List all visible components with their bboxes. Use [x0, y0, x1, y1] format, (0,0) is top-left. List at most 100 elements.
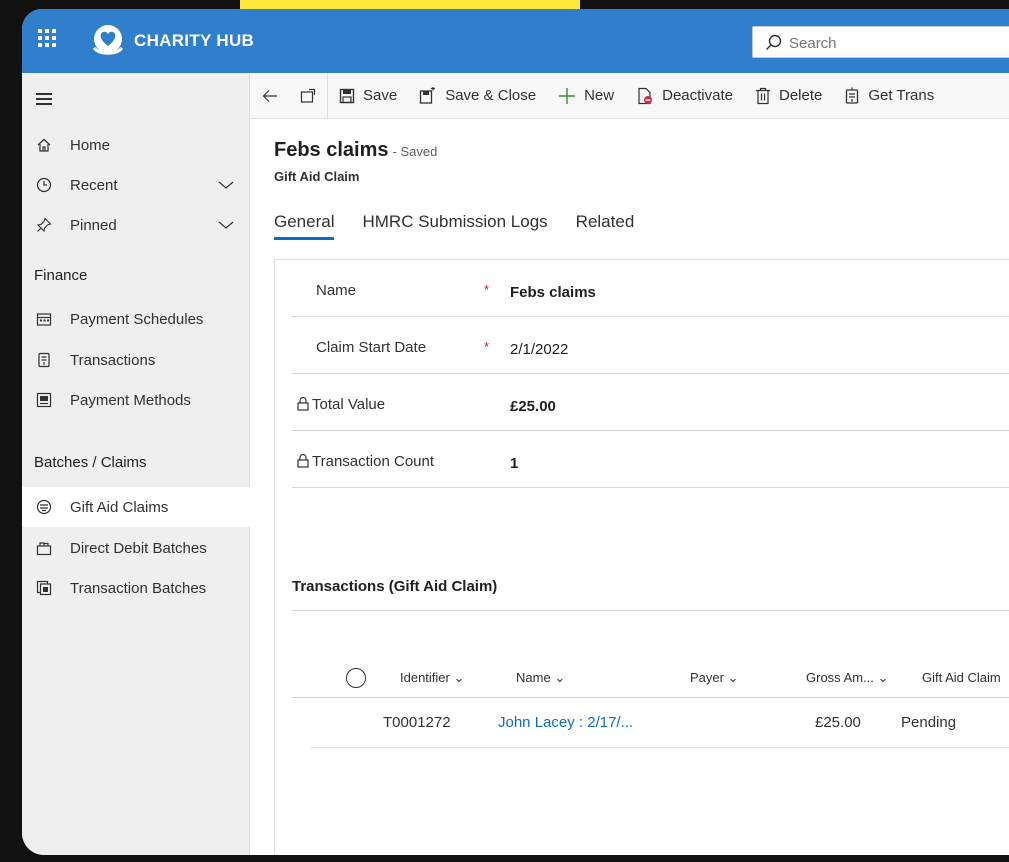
- charity-logo-icon: [92, 25, 124, 55]
- sidebar-item-direct-debit-batches[interactable]: Direct Debit Batches: [22, 528, 250, 568]
- home-icon: [34, 135, 54, 155]
- get-transactions-button[interactable]: Get Trans: [833, 73, 945, 119]
- save-button[interactable]: Save: [328, 73, 408, 119]
- sidebar-item-label: Payment Schedules: [70, 310, 204, 328]
- name-input[interactable]: Febs claims: [510, 284, 596, 301]
- select-all-radio[interactable]: [346, 668, 366, 688]
- column-label: Gift Aid Claim: [922, 670, 1001, 685]
- lock-icon: [297, 453, 309, 468]
- column-header-gross-amount[interactable]: Gross Am... ⌄: [806, 670, 888, 686]
- sidebar-item-payment-schedules[interactable]: Payment Schedules: [22, 299, 250, 339]
- field-claim-start-date: Claim Start Date * 2/1/2022: [292, 317, 1009, 374]
- transaction-count-label: Transaction Count: [312, 453, 435, 470]
- search-icon: [766, 34, 782, 50]
- save-close-icon: [420, 86, 436, 104]
- column-label: Name: [516, 670, 551, 685]
- sidebar-item-label: Direct Debit Batches: [70, 539, 207, 557]
- search-input[interactable]: [789, 32, 989, 54]
- cell-gift-aid-status: Pending: [901, 714, 957, 731]
- sidebar-item-payment-methods[interactable]: Payment Methods: [22, 380, 250, 420]
- claim-start-date-input[interactable]: 2/1/2022: [510, 341, 568, 358]
- back-button[interactable]: [251, 73, 289, 119]
- sidebar-item-label: Payment Methods: [70, 391, 191, 409]
- back-arrow-icon: [262, 89, 277, 102]
- sidebar-item-label: Recent: [70, 176, 118, 194]
- required-marker: *: [484, 339, 490, 354]
- calendar-icon: [34, 309, 54, 329]
- column-header-gift-aid-claim[interactable]: Gift Aid Claim: [922, 670, 1001, 685]
- deactivate-button[interactable]: Deactivate: [625, 73, 744, 119]
- delete-button[interactable]: Delete: [744, 73, 833, 119]
- section-heading-finance: Finance: [34, 267, 88, 284]
- column-label: Payer: [690, 670, 724, 685]
- tab-general[interactable]: General: [274, 212, 335, 240]
- app-window: CHARITY HUB Home Recent: [22, 9, 1009, 855]
- command-bar: Save Save & Close New Deactivate Delete …: [251, 72, 1009, 119]
- subgrid-title: Transactions (Gift Aid Claim): [292, 578, 498, 595]
- table-row[interactable]: T0001272 John Lacey : 2/17/... £25.00 Pe…: [311, 700, 1009, 748]
- deactivate-label: Deactivate: [662, 87, 733, 104]
- save-status: - Saved: [392, 144, 438, 159]
- sidebar-item-transactions[interactable]: Transactions: [22, 340, 250, 380]
- app-title[interactable]: CHARITY HUB: [134, 31, 254, 51]
- field-label: Claim Start Date: [316, 339, 427, 356]
- field-total-value: Total Value £25.00: [292, 374, 1009, 431]
- get-transactions-icon: [846, 87, 859, 104]
- sidebar-item-label: Transactions: [70, 351, 156, 369]
- column-header-payer[interactable]: Payer ⌄: [690, 670, 739, 686]
- save-close-label: Save & Close: [445, 87, 537, 104]
- sidebar-item-home[interactable]: Home: [22, 125, 250, 165]
- app-launcher-icon[interactable]: [36, 27, 58, 49]
- column-label: Gross Am...: [806, 670, 874, 685]
- chevron-down-icon[interactable]: [218, 220, 234, 230]
- column-header-name[interactable]: Name ⌄: [516, 670, 565, 686]
- sidebar-item-gift-aid-claims[interactable]: Gift Aid Claims: [22, 487, 250, 527]
- column-header-identifier[interactable]: Identifier ⌄: [400, 670, 464, 686]
- sidebar-item-pinned[interactable]: Pinned: [22, 205, 250, 245]
- search-box[interactable]: [752, 26, 1009, 58]
- record-name: Febs claims: [274, 139, 389, 161]
- chevron-down-icon: ⌄: [554, 670, 566, 685]
- chevron-down-icon: ⌄: [727, 670, 739, 685]
- cell-name-link[interactable]: John Lacey : 2/17/...: [498, 714, 633, 731]
- get-transactions-label: Get Trans: [868, 87, 935, 104]
- sidebar-item-label: Gift Aid Claims: [70, 498, 169, 516]
- divider: [292, 610, 1009, 611]
- trash-icon: [755, 87, 770, 104]
- deactivate-icon: [638, 87, 653, 104]
- cell-identifier: T0001272: [383, 714, 451, 731]
- card-icon: [34, 390, 54, 410]
- lock-icon: [297, 396, 309, 411]
- batch-icon: [34, 538, 54, 558]
- sidebar: Home Recent Pinned Finance Payment Sched…: [22, 73, 250, 855]
- sidebar-item-transaction-batches[interactable]: Transaction Batches: [22, 568, 250, 608]
- pin-icon: [34, 215, 54, 235]
- sidebar-item-label: Pinned: [70, 216, 117, 234]
- tab-hmrc-submission-logs[interactable]: HMRC Submission Logs: [362, 212, 547, 240]
- general-form-section: Name * Febs claims Claim Start Date * 2/…: [274, 259, 1009, 855]
- sidebar-item-label: Home: [70, 136, 111, 154]
- open-in-new-window-button[interactable]: [289, 72, 328, 119]
- delete-label: Delete: [778, 87, 823, 104]
- column-label: Identifier: [400, 670, 450, 685]
- field-name: Name * Febs claims: [292, 260, 1009, 317]
- entity-name: Gift Aid Claim: [274, 169, 360, 184]
- sidebar-item-recent[interactable]: Recent: [22, 165, 250, 205]
- total-value-readonly: £25.00: [510, 398, 556, 415]
- hamburger-menu-icon[interactable]: [36, 93, 52, 105]
- chevron-down-icon: ⌄: [453, 670, 465, 685]
- gift-aid-icon: [34, 497, 54, 517]
- new-button[interactable]: New: [547, 73, 625, 119]
- decorative-banner: [240, 0, 580, 9]
- clock-icon: [34, 175, 54, 195]
- tab-related[interactable]: Related: [576, 212, 635, 240]
- field-transaction-count: Transaction Count 1: [292, 431, 1009, 488]
- chevron-down-icon[interactable]: [218, 180, 234, 190]
- required-marker: *: [484, 282, 490, 297]
- field-label: Name: [316, 282, 357, 299]
- transactions-icon: [34, 350, 54, 370]
- section-heading-batches-claims: Batches / Claims: [34, 454, 147, 471]
- popout-icon: [300, 88, 316, 103]
- save-and-close-button[interactable]: Save & Close: [408, 73, 547, 119]
- save-icon: [339, 88, 355, 103]
